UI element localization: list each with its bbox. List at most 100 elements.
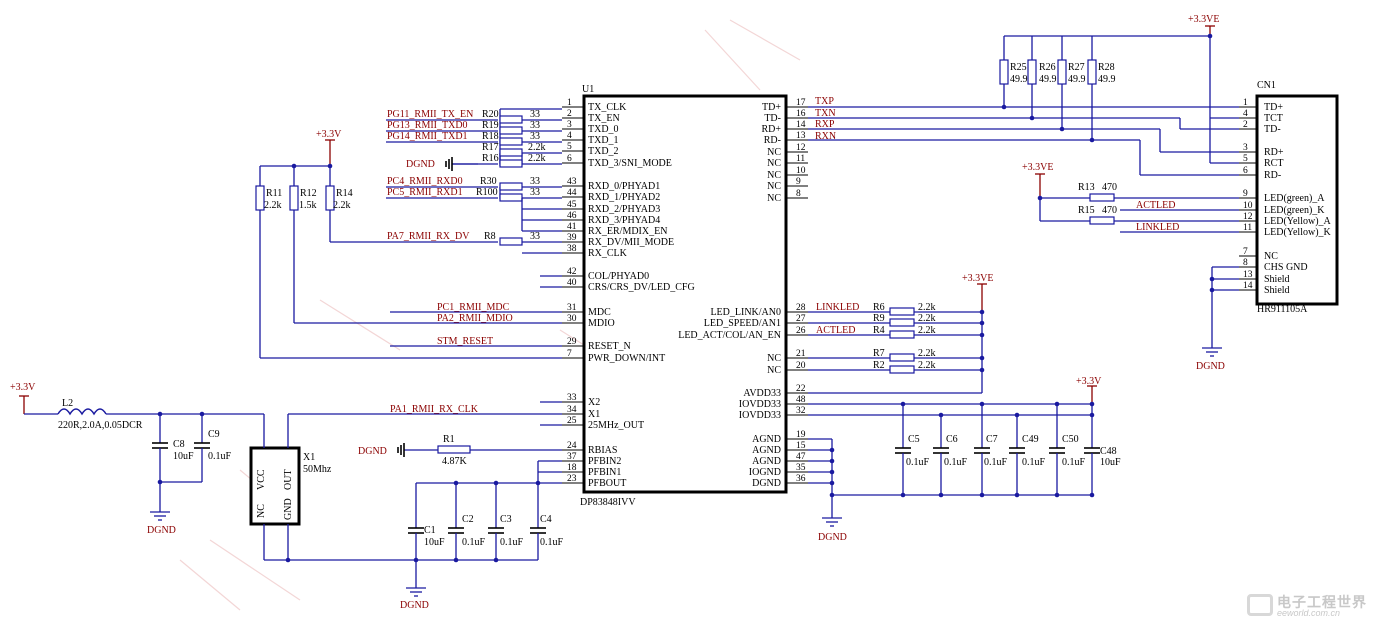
c49-ref: C49 (1022, 434, 1039, 445)
net-reset: STM_RESET (437, 336, 493, 347)
c8-val: 10uF (173, 451, 194, 462)
u1-pin-name: X2 (588, 397, 600, 408)
net-txn: TXN (815, 108, 836, 119)
u1-pin-name: RESET_N (588, 341, 631, 352)
net-rxd1: PC5_RMII_RXD1 (387, 187, 463, 198)
u1-pin-num: 25 (567, 416, 577, 426)
cn1-pin-num: 7 (1243, 247, 1248, 257)
u1-pin-num: 22 (796, 384, 806, 394)
u1-pin-num: 35 (796, 463, 806, 473)
net-mdc: PC1_RMII_MDC (437, 302, 510, 313)
vcc-label-pullup: +3.3V (316, 129, 342, 140)
r11-ref: R11 (266, 188, 282, 199)
u1-pin-name: IOVDD33 (739, 399, 781, 410)
r16-ref: R16 (482, 153, 499, 164)
u1-pin-num: 29 (567, 337, 577, 347)
u1-pin-name: PFBOUT (588, 478, 626, 489)
l2-ref: L2 (62, 398, 73, 409)
dgnd-label-cn: DGND (1196, 361, 1225, 372)
u1-pin-name: PFBIN2 (588, 456, 621, 467)
u1-pin-num: 17 (796, 98, 806, 108)
net-actled: ACTLED (816, 325, 855, 336)
u1-pin-num: 16 (796, 109, 806, 119)
mgmt-nets: PC1_RMII_MDC PA2_RMII_MDIO STM_RESET (260, 302, 562, 359)
r100-val: 33 (530, 187, 540, 198)
c1-val: 10uF (424, 537, 445, 548)
cn1-pin-name: TD- (1264, 124, 1281, 135)
r100-ref: R100 (476, 187, 498, 198)
u1-pin-name: LED_SPEED/AN1 (704, 318, 781, 329)
u1-pin-name: PFBIN1 (588, 467, 621, 478)
r19-val: 33 (530, 120, 540, 131)
net-linkled: LINKLED (816, 302, 859, 313)
l2-val: 220R,2.0A,0.05DCR (58, 420, 143, 431)
u1-pin-num: 2 (567, 109, 572, 119)
u1-pin-name: TD+ (762, 102, 781, 113)
c6-ref: C6 (946, 434, 958, 445)
u1-pin-num: 20 (796, 361, 806, 371)
r26-ref: R26 (1039, 62, 1056, 73)
r1-val: 4.87K (442, 456, 468, 467)
cn1-pin-name: LED(Yellow)_A (1264, 216, 1332, 227)
u1-pin-num: 36 (796, 474, 806, 484)
cn1-pin-num: 3 (1243, 143, 1248, 153)
net-txd0: PG13_RMII_TXD0 (387, 120, 468, 131)
u1-pin-name: RXD_0/PHYAD1 (588, 181, 660, 192)
cn1-pin-name: Shield (1264, 285, 1290, 296)
cn1-pin-num: 1 (1243, 98, 1248, 108)
u1-pin-name: NC (767, 193, 781, 204)
r30-ref: R30 (480, 176, 497, 187)
u1-pin-name: RX_DV/MII_MODE (588, 237, 674, 248)
u1-pin-name: 25MHz_OUT (588, 420, 644, 431)
eeworld-logo: 电子工程世界 eeworld.com.cn (1247, 592, 1379, 620)
cn1-pin-num: 14 (1243, 281, 1253, 291)
cn1-pin-num: 12 (1243, 212, 1253, 222)
r13-val: 470 (1102, 182, 1117, 193)
r28-val: 49.9 (1098, 74, 1116, 85)
r7-ref: R7 (873, 348, 885, 359)
r16-val: 2.2k (528, 153, 546, 164)
c5-ref: C5 (908, 434, 920, 445)
u1-part: DP83848IVV (580, 497, 636, 508)
u1-pin-num: 12 (796, 143, 806, 153)
r15-val: 470 (1102, 205, 1117, 216)
u1-pin-num: 47 (796, 452, 806, 462)
c50-val: 0.1uF (1062, 457, 1086, 468)
u1-pin-num: 24 (567, 441, 577, 451)
u1-pin-num: 7 (567, 349, 572, 359)
u1-pin-name: AVDD33 (743, 388, 781, 399)
u1-pin-num: 45 (567, 200, 577, 210)
dgnd-label-1: DGND (406, 159, 435, 170)
net-mdio: PA2_RMII_MDIO (437, 313, 513, 324)
dgnd-label-r1: DGND (358, 446, 387, 457)
u1-ref: U1 (582, 84, 594, 95)
u1-pin-name: RD- (764, 135, 781, 146)
cn1-pin-name: Shield (1264, 274, 1290, 285)
cn1-pin-num: 9 (1243, 189, 1248, 199)
u1-pin-name: TX_EN (588, 113, 620, 124)
c7-val: 0.1uF (984, 457, 1008, 468)
c49-val: 0.1uF (1022, 457, 1046, 468)
u1-pin-num: 39 (567, 233, 577, 243)
r6-ref: R6 (873, 302, 885, 313)
vcc-label-l2: +3.3V (10, 382, 36, 393)
u1-pin-name: RBIAS (588, 445, 617, 456)
net-linkled-cn: LINKLED (1136, 222, 1179, 233)
cn1-pin-num: 11 (1243, 223, 1252, 233)
u1-pin-name: DGND (752, 478, 781, 489)
u1-pin-name: X1 (588, 409, 600, 420)
cn1-pin-name: RD- (1264, 170, 1281, 181)
u1-pin-name: AGND (752, 445, 781, 456)
u1-pin-name: NC (767, 365, 781, 376)
c48-val: 10uF (1100, 457, 1121, 468)
u1-pin-name: RXD_3/PHYAD4 (588, 215, 660, 226)
vcc-label-led: +3.3VE (1022, 162, 1053, 173)
cn1-pin-num: 5 (1243, 154, 1248, 164)
r17-ref: R17 (482, 142, 499, 153)
dgnd-label-c1: DGND (400, 600, 429, 611)
u1-pin-num: 48 (796, 395, 806, 405)
net-rxd0: PC4_RMII_RXD0 (387, 176, 463, 187)
u1-pin-num: 4 (567, 131, 572, 141)
u1-pin-name: NC (767, 353, 781, 364)
u1-pin-name: TX_CLK (588, 102, 627, 113)
